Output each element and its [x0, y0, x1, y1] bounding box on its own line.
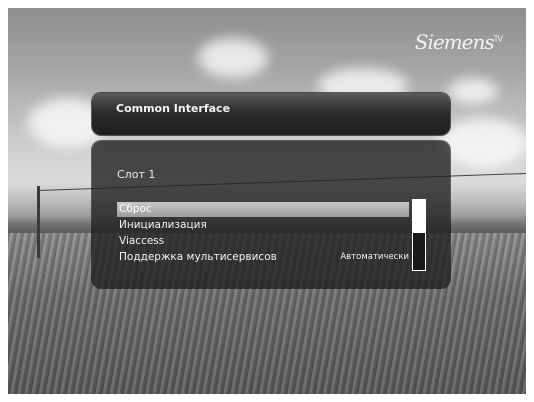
brand-logo-suffix: TV — [493, 34, 503, 44]
page-title: Common Interface — [116, 102, 231, 115]
brand-logo-text: Siemens — [414, 30, 495, 54]
cloud — [198, 38, 268, 78]
menu-item-label: Сброс — [119, 203, 152, 215]
scrollbar[interactable] — [412, 199, 426, 271]
menu-item-reset[interactable]: Сброс — [117, 202, 409, 217]
menu-item-value: Автоматически — [340, 252, 409, 262]
menu-item-label: Viaccess — [119, 235, 165, 247]
utility-pole — [37, 186, 40, 258]
menu-item-multiservice[interactable]: Поддержка мультисервисов Автоматически — [117, 250, 409, 265]
menu-panel: Слот 1 Сброс Инициализация Viaccess Подд… — [92, 141, 450, 288]
header-panel: Common Interface — [92, 93, 450, 135]
slot-label: Слот 1 — [117, 168, 156, 181]
menu-item-label: Инициализация — [119, 219, 207, 231]
cloud — [438, 118, 526, 168]
menu-item-viaccess[interactable]: Viaccess — [117, 234, 409, 249]
brand-logo: SiemensTV — [414, 30, 503, 54]
menu-item-label: Поддержка мультисервисов — [119, 251, 277, 263]
menu-item-initialization[interactable]: Инициализация — [117, 218, 409, 233]
cloud — [448, 78, 498, 104]
scrollbar-thumb[interactable] — [413, 200, 425, 233]
